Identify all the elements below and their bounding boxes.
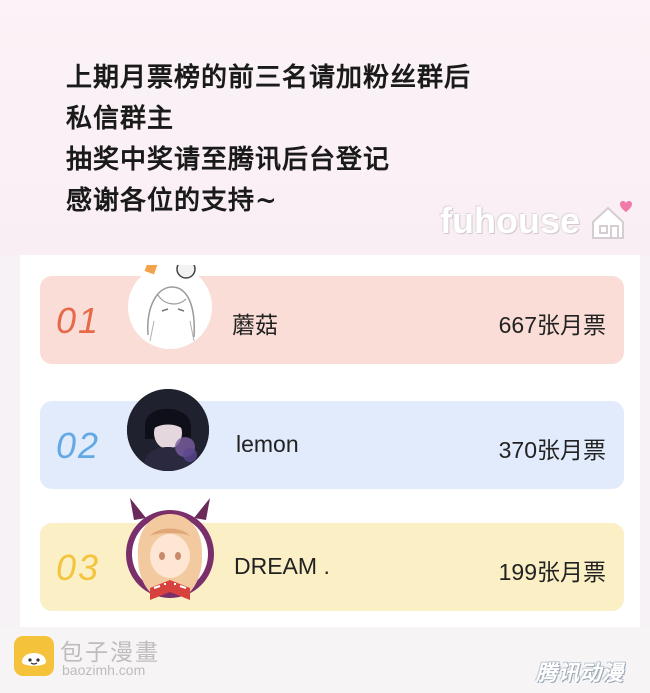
notice-line: 抽奖中奖请至腾讯后台登记 [66,145,391,175]
tencent-comic-logo: 腾讯动漫 [536,661,624,685]
avatar [127,389,209,471]
avatar [120,496,220,606]
user-name: DREAM . [234,553,330,579]
user-name: 蘑菇 [232,312,278,338]
brand-url: baozimh.com [62,662,146,678]
avatar [128,253,212,349]
rank-number: 03 [56,547,101,588]
bun-logo-icon [14,636,54,676]
rank-number: 01 [56,300,101,341]
house-heart-icon [592,201,632,239]
vote-count: 370张月票 [498,437,606,463]
rank-number: 02 [56,425,101,466]
fuhouse-watermark: fuhouse [440,200,580,241]
announcement-area: 上期月票榜的前三名请加粉丝群后 私信群主 抽奖中奖请至腾讯后台登记 感谢各位的支… [0,0,650,255]
vote-count: 667张月票 [498,312,606,338]
notice-line: 感谢各位的支持~ [66,186,278,216]
ranking-card-2: 02 lemon 370张月票 [40,401,624,489]
announcement-text: 上期月票榜的前三名请加粉丝群后 私信群主 抽奖中奖请至腾讯后台登记 感谢各位的支… [66,58,471,222]
user-name: lemon [236,431,299,457]
notice-line: 私信群主 [66,104,175,134]
notice-line: 上期月票榜的前三名请加粉丝群后 [66,63,472,93]
vote-count: 199张月票 [498,559,606,585]
